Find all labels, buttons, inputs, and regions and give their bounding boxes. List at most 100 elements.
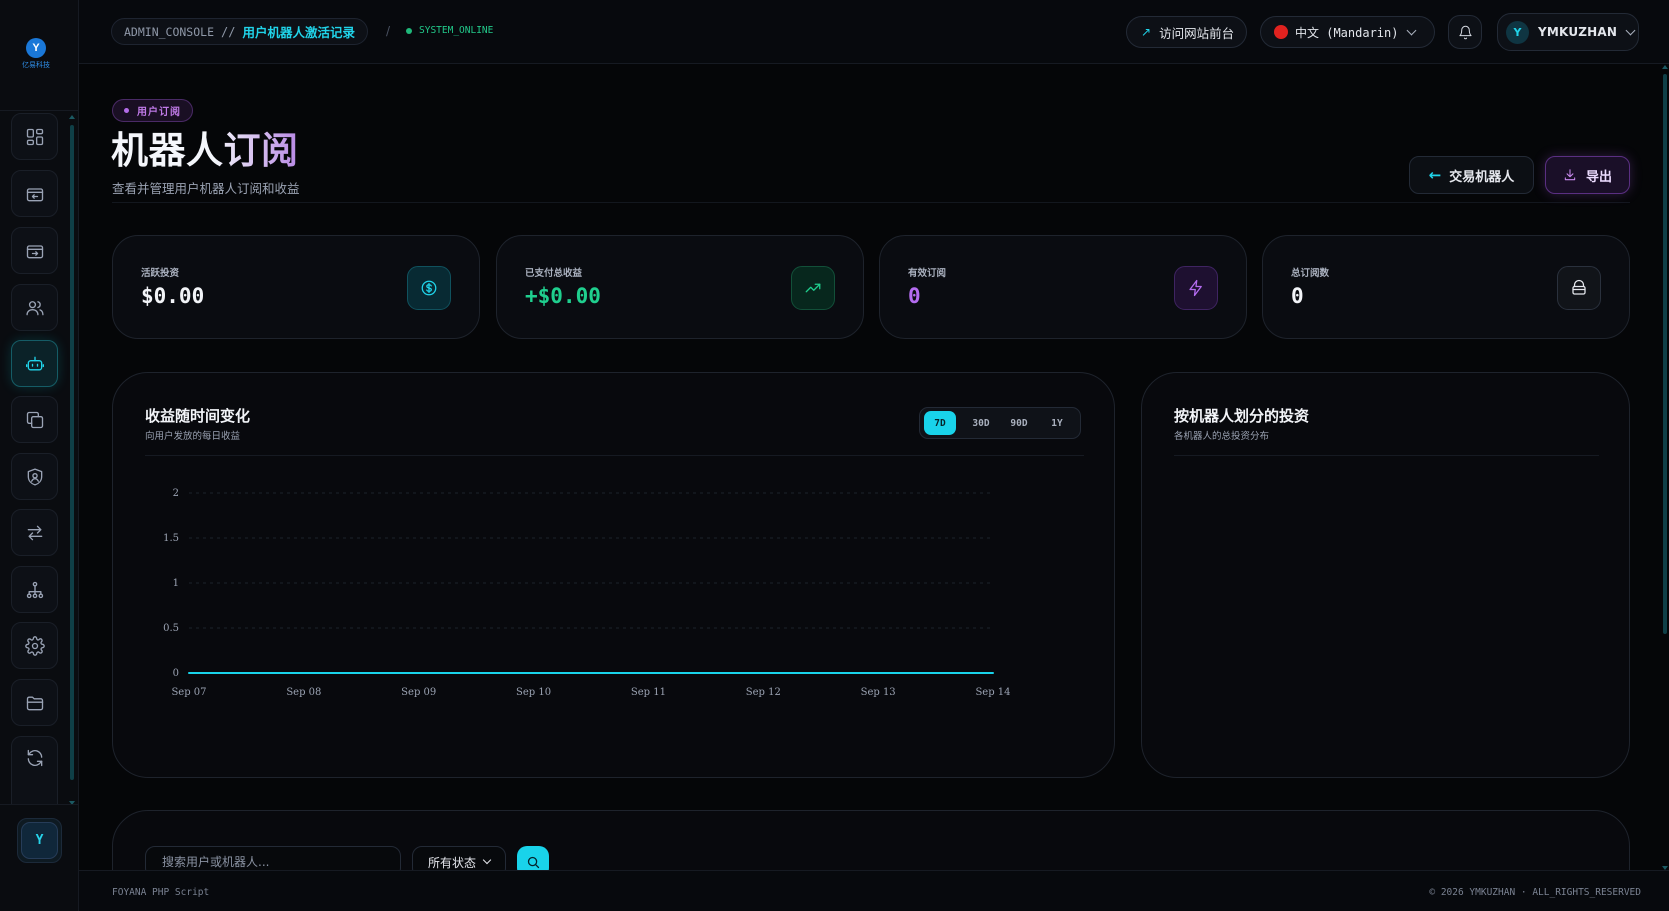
scroll-up-arrow-icon[interactable]	[1662, 65, 1668, 69]
refresh-icon	[27, 749, 42, 766]
x-tick-label: Sep 10	[516, 687, 551, 698]
divider	[1174, 455, 1599, 456]
logo-mark: Y	[26, 38, 46, 58]
sidebar-item-sync[interactable]	[11, 736, 58, 804]
top-header: ADMIN_CONSOLE // 用户机器人激活记录 / SYSTEM_ONLI…	[79, 0, 1669, 64]
sidebar-item-settings[interactable]	[11, 622, 58, 669]
y-tick-label: 0	[173, 668, 179, 679]
sidebar-item-copy[interactable]	[11, 396, 58, 443]
page-scrollbar[interactable]	[1661, 64, 1669, 870]
external-arrow-icon: ↗	[1141, 25, 1152, 39]
search-icon	[527, 856, 539, 868]
x-tick-label: Sep 14	[975, 687, 1010, 698]
x-tick-label: Sep 12	[746, 687, 781, 698]
page-footer: FOYANA PHP Script © 2026 YMKUZHAN · ALL_…	[79, 870, 1669, 911]
stat-label: 有效订阅	[908, 268, 947, 279]
stat-label: 总订阅数	[1291, 268, 1330, 279]
sidebar-item-users[interactable]	[11, 284, 58, 331]
stat-card-active-investment: 活跃投资 $0.00	[112, 235, 480, 339]
data-point[interactable]	[417, 672, 420, 674]
stat-value: $0.00	[141, 284, 205, 308]
divider	[112, 202, 1630, 203]
sidebar-item-files[interactable]	[11, 679, 58, 726]
breadcrumb: ADMIN_CONSOLE // 用户机器人激活记录	[111, 18, 368, 45]
data-point[interactable]	[762, 672, 765, 674]
bot-icon	[25, 356, 44, 370]
language-selector[interactable]: 中文 (Mandarin)	[1260, 16, 1435, 48]
breadcrumb-current: 用户机器人激活记录	[242, 25, 355, 40]
arrows-exchange-icon	[27, 525, 42, 540]
chevron-down-icon	[1407, 25, 1417, 35]
sidebar-item-withdrawals[interactable]	[11, 227, 58, 274]
folder-icon	[26, 696, 43, 710]
scroll-thumb[interactable]	[70, 125, 74, 780]
user-menu[interactable]: Y YMKUZHAN	[1497, 13, 1639, 51]
export-button[interactable]: 导出	[1545, 156, 1630, 194]
breadcrumb-separator: //	[221, 24, 236, 39]
sidebar-item-trading-bots[interactable]	[11, 340, 58, 387]
notifications-button[interactable]	[1448, 15, 1482, 49]
x-tick-label: Sep 13	[861, 687, 896, 698]
breadcrumb-root[interactable]: ADMIN_CONSOLE	[124, 25, 214, 39]
data-point[interactable]	[188, 672, 190, 674]
user-avatar: Y	[1506, 20, 1529, 44]
logo[interactable]: Y 亿易科技	[20, 38, 52, 72]
stat-card-total-subscriptions: 总订阅数 0	[1262, 235, 1630, 339]
copy-icon	[26, 411, 43, 428]
sidebar-item-security[interactable]	[11, 453, 58, 500]
system-status-text: SYSTEM_ONLINE	[419, 25, 494, 36]
stat-card-total-paid: 已支付总收益 +$0.00	[496, 235, 864, 339]
download-icon	[1564, 169, 1576, 181]
stat-value: 0	[908, 284, 921, 308]
data-point[interactable]	[532, 672, 535, 674]
sidebar-item-network[interactable]	[11, 566, 58, 613]
bell-icon	[1458, 25, 1472, 39]
scroll-up-arrow-icon[interactable]	[69, 115, 75, 119]
chevron-down-icon	[482, 855, 492, 865]
stat-icon-box	[791, 266, 835, 310]
footer-copyright: © 2026 YMKUZHAN · ALL_RIGHTS_RESERVED	[1429, 887, 1641, 898]
back-to-bots-label: 交易机器人	[1449, 169, 1515, 185]
footer-left-text: FOYANA PHP Script	[112, 887, 210, 898]
y-tick-label: 2	[173, 488, 179, 499]
shield-user-icon	[27, 467, 42, 486]
arrow-left-icon: ←	[1428, 166, 1442, 184]
sidebar-scrollbar[interactable]	[69, 115, 75, 805]
wallet-in-icon	[26, 187, 43, 201]
box-icon	[1572, 279, 1586, 295]
dollar-icon	[421, 280, 437, 296]
divider	[0, 110, 79, 111]
investment-by-bot-card: 按机器人划分的投资 各机器人的总投资分布	[1141, 372, 1630, 778]
visit-site-label: 访问网站前台	[1159, 25, 1235, 41]
china-flag-icon	[1274, 25, 1288, 39]
status-dot-icon	[406, 27, 412, 34]
hierarchy-icon	[26, 581, 43, 598]
card-subtitle: 各机器人的总投资分布	[1174, 431, 1270, 442]
visit-site-button[interactable]: ↗ 访问网站前台	[1126, 16, 1247, 48]
page-subtitle: 查看并管理用户机器人订阅和收益	[112, 181, 300, 196]
revenue-chart-card: 收益随时间变化 向用户发放的每日收益 7D 30D 90D 1Y 0 0.5 1 1.…	[112, 372, 1115, 778]
sidebar-item-deposits[interactable]	[11, 170, 58, 217]
scroll-thumb[interactable]	[1663, 74, 1667, 634]
x-tick-label: Sep 08	[286, 687, 321, 698]
gear-icon	[24, 635, 45, 656]
y-tick-label: 0.5	[163, 623, 179, 634]
y-tick-label: 1	[173, 578, 179, 589]
sidebar-item-dashboard[interactable]	[11, 113, 58, 160]
trending-up-icon	[805, 283, 821, 293]
grid-icon	[26, 128, 43, 145]
card-title: 按机器人划分的投资	[1174, 407, 1310, 425]
avatar[interactable]: Y	[17, 818, 62, 863]
back-to-bots-button[interactable]: ← 交易机器人	[1409, 156, 1534, 194]
data-point[interactable]	[647, 672, 650, 674]
x-tick-label: Sep 09	[401, 687, 436, 698]
username: YMKUZHAN	[1538, 25, 1618, 39]
data-point[interactable]	[992, 672, 994, 674]
stat-label: 活跃投资	[141, 268, 180, 279]
data-point[interactable]	[302, 672, 305, 674]
system-status: SYSTEM_ONLINE	[406, 25, 493, 36]
y-tick-label: 1.5	[163, 533, 179, 544]
data-point[interactable]	[877, 672, 880, 674]
sidebar-item-transfers[interactable]	[11, 509, 58, 556]
language-label: 中文 (Mandarin)	[1295, 25, 1399, 40]
